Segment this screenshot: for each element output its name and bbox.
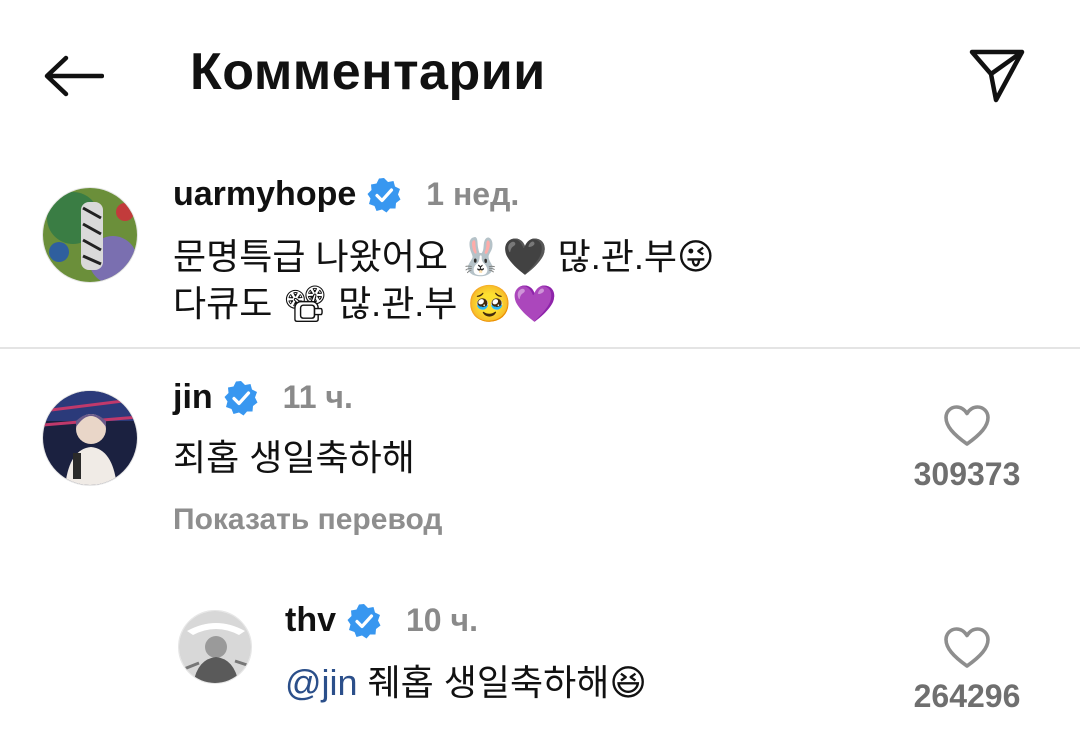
avatar[interactable] [42,390,138,486]
caption-line-2: 다큐도 📽 많.관.부 🥹💜 [173,283,558,324]
arrow-left-icon [44,55,104,97]
page-title: Комментарии [190,43,546,101]
like-count: 309373 [913,456,1021,492]
show-translation-link[interactable]: Показать перевод [173,503,442,537]
comment-text: @jin 줴홉 생일축하해😆 [285,655,647,711]
username[interactable]: uarmyhope [173,175,356,214]
heart-icon[interactable] [943,404,991,448]
avatar[interactable] [178,610,252,684]
back-button[interactable] [40,48,106,104]
like-count: 264296 [913,678,1021,714]
avatar[interactable] [42,187,138,283]
username[interactable]: thv [285,601,336,640]
top-bar: Комментарии [0,0,1080,150]
mention-link[interactable]: @jin [285,662,358,703]
share-button[interactable] [962,40,1032,110]
timestamp: 1 нед. [426,176,520,212]
timestamp: 11 ч. [282,379,353,415]
username[interactable]: jin [173,378,213,417]
verified-badge-icon [223,380,259,416]
comment-text: 죄홉 생일축하해 [173,437,415,478]
verified-badge-icon [346,603,382,639]
timestamp: 10 ч. [406,602,478,638]
paper-plane-icon [969,49,1025,103]
heart-icon[interactable] [943,626,991,670]
verified-badge-icon [366,177,402,213]
reply-text: 줴홉 생일축하해😆 [357,662,647,703]
divider [0,347,1080,349]
